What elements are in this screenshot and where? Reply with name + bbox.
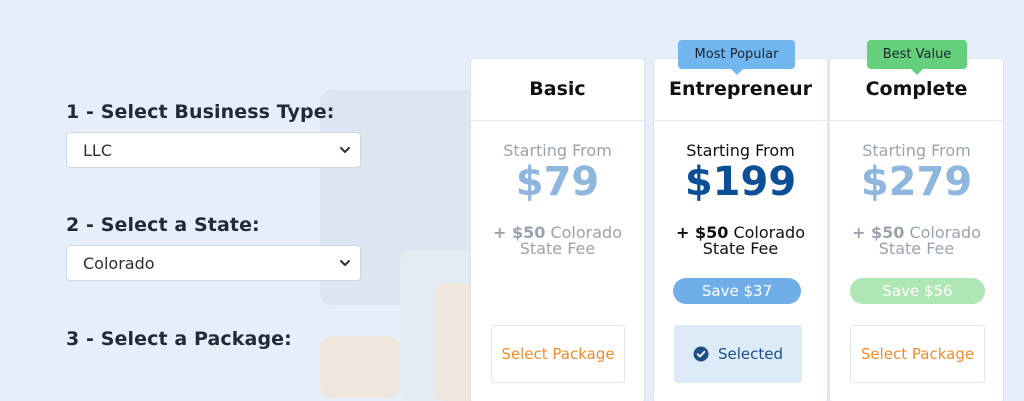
- most-popular-badge: Most Popular: [678, 40, 795, 75]
- state-fee-text: + $50 Colorado State Fee: [664, 225, 817, 257]
- state-fee-text: + $50 Colorado State Fee: [840, 225, 993, 257]
- package-label: 3 - Select a Package:: [66, 328, 292, 350]
- check-circle-icon: [693, 346, 709, 362]
- savings-badge: Save $56: [850, 278, 985, 304]
- select-package-button[interactable]: Select Package: [491, 325, 625, 383]
- business-type-value: LLC: [83, 140, 112, 160]
- starting-from-text: Starting From: [686, 141, 795, 160]
- state-select[interactable]: Colorado: [66, 245, 361, 281]
- package-title: Basic: [529, 78, 586, 100]
- background-shape: [320, 336, 400, 398]
- divider: [830, 120, 1003, 121]
- chevron-down-icon: [340, 147, 350, 153]
- selected-label: Selected: [717, 345, 784, 363]
- package-price: $199: [684, 159, 797, 205]
- package-card-entrepreneur: Entrepreneur Starting From $199 + $50 Co…: [653, 58, 828, 401]
- package-title: Entrepreneur: [668, 78, 812, 100]
- package-price: $79: [515, 159, 600, 205]
- package-card-complete: Complete Starting From $279 + $50 Colora…: [829, 58, 1004, 401]
- package-title: Complete: [865, 78, 968, 100]
- package-price: $279: [860, 159, 973, 205]
- package-card-basic: Basic Starting From $79 + $50 Colorado S…: [470, 58, 645, 401]
- selected-package-button[interactable]: Selected: [674, 325, 802, 383]
- starting-from-text: Starting From: [503, 141, 612, 160]
- state-label: 2 - Select a State:: [66, 214, 260, 236]
- state-value: Colorado: [83, 253, 155, 273]
- divider: [471, 120, 644, 121]
- best-value-badge: Best Value: [867, 40, 967, 75]
- select-package-button[interactable]: Select Package: [850, 325, 985, 383]
- starting-from-text: Starting From: [862, 141, 971, 160]
- savings-badge: Save $37: [673, 278, 801, 304]
- business-type-label: 1 - Select Business Type:: [66, 101, 335, 123]
- chevron-down-icon: [340, 260, 350, 266]
- business-type-select[interactable]: LLC: [66, 132, 361, 168]
- state-fee-text: + $50 Colorado State Fee: [481, 225, 634, 257]
- divider: [654, 120, 827, 121]
